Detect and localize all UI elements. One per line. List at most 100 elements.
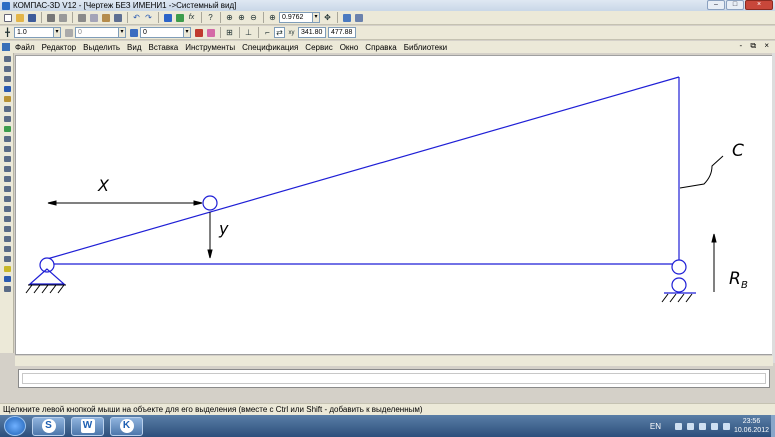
menu-tools[interactable]: Инструменты: [185, 43, 235, 52]
style-icon[interactable]: [128, 27, 139, 38]
menu-file[interactable]: Файл: [15, 43, 35, 52]
dimensions-tool-icon[interactable]: [2, 64, 12, 73]
position-tool-icon[interactable]: [2, 204, 12, 213]
beam-top-line[interactable]: [46, 76, 680, 260]
arrow-tool-icon[interactable]: [2, 234, 12, 243]
right-roller-lower-circle[interactable]: [671, 277, 687, 293]
save-icon[interactable]: [26, 12, 37, 23]
style-dropdown-arrow[interactable]: ▾: [183, 27, 191, 38]
grid-icon[interactable]: ⊞: [224, 27, 235, 38]
help-icon[interactable]: ?: [205, 12, 216, 23]
minimize-button[interactable]: –: [707, 0, 725, 10]
refresh-icon[interactable]: [341, 12, 352, 23]
moving-load-circle[interactable]: [202, 195, 218, 211]
right-roller-upper-circle[interactable]: [671, 259, 687, 275]
layer-dropdown-arrow[interactable]: ▾: [118, 27, 126, 38]
spec-tool-icon[interactable]: [2, 124, 12, 133]
menu-libraries[interactable]: Библиотеки: [404, 43, 447, 52]
library-icon[interactable]: [174, 12, 185, 23]
reports-tool-icon[interactable]: [2, 134, 12, 143]
measure-tool-icon[interactable]: [2, 104, 12, 113]
language-indicator[interactable]: EN: [650, 422, 661, 431]
menu-window[interactable]: Окно: [340, 43, 359, 52]
wave-tool-icon[interactable]: [2, 254, 12, 263]
cursor-y-field[interactable]: 477.88: [328, 27, 356, 38]
paste-icon[interactable]: [100, 12, 111, 23]
taskbar-kompas[interactable]: K: [110, 416, 143, 436]
new-doc-icon[interactable]: [2, 12, 13, 23]
zoom-scale-icon[interactable]: ⊕: [267, 12, 278, 23]
volume-icon[interactable]: [723, 422, 730, 430]
snap-grid-icon[interactable]: ╋: [2, 27, 13, 38]
undo-icon[interactable]: ↶: [131, 12, 142, 23]
tray-arrow-icon[interactable]: [675, 422, 682, 430]
cut-line-tool-icon[interactable]: [2, 224, 12, 233]
maximize-button[interactable]: □: [726, 0, 744, 10]
print-icon[interactable]: [45, 12, 56, 23]
insert-tool-icon[interactable]: [2, 144, 12, 153]
menu-specification[interactable]: Спецификация: [242, 43, 298, 52]
flag-icon[interactable]: [687, 422, 694, 430]
axis-tool-icon[interactable]: [2, 244, 12, 253]
snap-icon[interactable]: ⇄: [274, 27, 285, 38]
roughness-tool-icon[interactable]: [2, 174, 12, 183]
menu-select[interactable]: Выделить: [83, 43, 120, 52]
break-tool-icon[interactable]: [2, 284, 12, 293]
copy-icon[interactable]: [88, 12, 99, 23]
network-icon[interactable]: [699, 422, 706, 430]
zoom-window-icon[interactable]: ⊕: [236, 12, 247, 23]
redo-icon[interactable]: ↷: [143, 12, 154, 23]
horizontal-scrollbar[interactable]: [15, 356, 773, 366]
table-tool-icon[interactable]: [2, 164, 12, 173]
tolerance-tool-icon[interactable]: [2, 214, 12, 223]
layers-icon[interactable]: [353, 12, 364, 23]
zoom-dropdown-arrow[interactable]: ▾: [312, 12, 320, 23]
select-tool-icon[interactable]: [2, 114, 12, 123]
menu-editor[interactable]: Редактор: [42, 43, 76, 52]
edit-tool-icon[interactable]: [2, 84, 12, 93]
color-icon[interactable]: [193, 27, 204, 38]
cut-icon[interactable]: [76, 12, 87, 23]
local-cs-icon[interactable]: ⌐: [262, 27, 273, 38]
pan-icon[interactable]: ✥: [322, 12, 333, 23]
clock[interactable]: 23:56 10.06.2012: [734, 417, 769, 435]
menu-service[interactable]: Сервис: [305, 43, 332, 52]
zoom-out-icon[interactable]: ⊖: [248, 12, 259, 23]
power-icon[interactable]: [711, 422, 718, 430]
c-leader-line[interactable]: [679, 155, 724, 189]
close-button[interactable]: ×: [745, 0, 773, 10]
fx-icon[interactable]: fx: [186, 12, 197, 23]
snap-point-tool-icon[interactable]: [2, 274, 12, 283]
zoom-in-icon[interactable]: ⊕: [224, 12, 235, 23]
menu-view[interactable]: Вид: [127, 43, 141, 52]
text-tool-icon[interactable]: [2, 154, 12, 163]
start-button[interactable]: [4, 416, 26, 436]
line-width-dropdown-arrow[interactable]: ▾: [53, 27, 61, 38]
geometry-tool-icon[interactable]: [2, 54, 12, 63]
leader-tool-icon[interactable]: [2, 194, 12, 203]
left-hinge-circle[interactable]: [39, 257, 55, 273]
taskbar-word[interactable]: W: [71, 416, 104, 436]
mark-tool-icon[interactable]: [2, 264, 12, 273]
style-field[interactable]: 0: [140, 27, 184, 38]
symbols-tool-icon[interactable]: [2, 74, 12, 83]
manager-icon[interactable]: [162, 12, 173, 23]
taskbar-skype[interactable]: S: [32, 416, 65, 436]
mdi-window-controls[interactable]: - ⧉ ×: [740, 41, 773, 51]
base-tool-icon[interactable]: [2, 184, 12, 193]
eraser-icon[interactable]: [205, 27, 216, 38]
layer-field[interactable]: 0: [75, 27, 119, 38]
menu-insert[interactable]: Вставка: [149, 43, 179, 52]
line-width-field[interactable]: 1.0: [14, 27, 54, 38]
zoom-scale-field[interactable]: 0.9762: [279, 12, 313, 23]
menu-help[interactable]: Справка: [365, 43, 396, 52]
orthogonal-icon[interactable]: ⊥: [243, 27, 254, 38]
parametrization-tool-icon[interactable]: [2, 94, 12, 103]
preview-icon[interactable]: [57, 12, 68, 23]
properties-icon[interactable]: [112, 12, 123, 23]
drawing-canvas[interactable]: X y C R B: [15, 55, 773, 355]
cursor-x-field[interactable]: 341.80: [298, 27, 326, 38]
show-desktop-button[interactable]: [771, 415, 775, 437]
layer-icon[interactable]: [63, 27, 74, 38]
open-icon[interactable]: [14, 12, 25, 23]
